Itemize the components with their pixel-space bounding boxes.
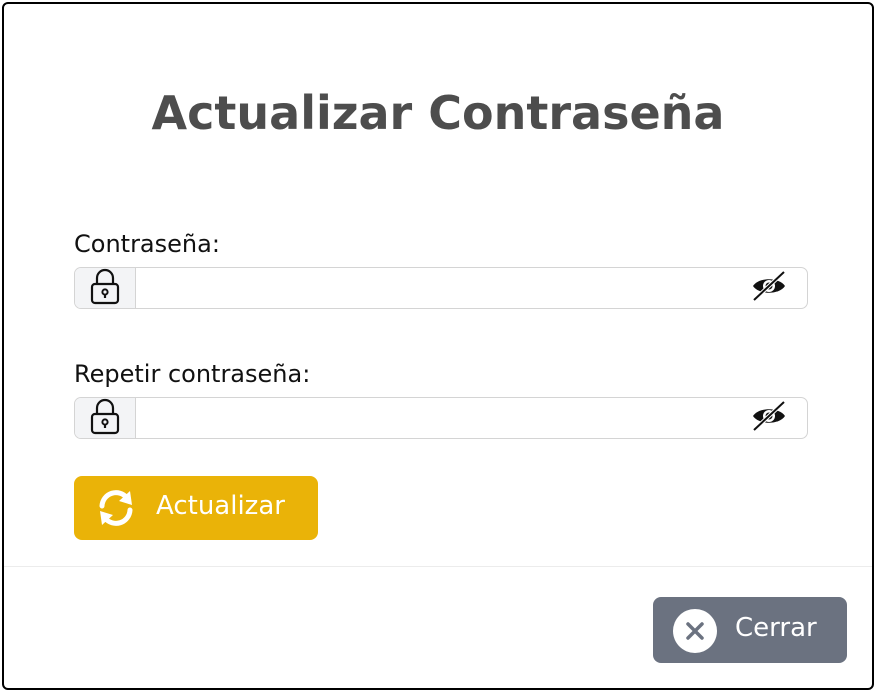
footer-divider	[4, 566, 872, 567]
dialog-title: Actualizar Contraseña	[151, 86, 725, 140]
password-label: Contraseña:	[74, 230, 220, 258]
lock-icon	[89, 397, 121, 439]
refresh-icon	[94, 488, 138, 528]
update-button-label: Actualizar	[156, 491, 285, 521]
eye-slash-icon	[750, 400, 788, 436]
close-button[interactable]: Cerrar	[653, 597, 847, 663]
repeat-password-prefix	[75, 398, 136, 438]
repeat-password-input[interactable]	[136, 398, 736, 438]
repeat-password-label: Repetir contraseña:	[74, 360, 311, 388]
update-button[interactable]: Actualizar	[74, 476, 318, 540]
repeat-password-input-group	[74, 397, 808, 439]
close-icon	[673, 609, 717, 653]
close-button-label: Cerrar	[735, 613, 817, 643]
repeat-password-visibility-toggle[interactable]	[749, 400, 789, 436]
lock-icon	[89, 267, 121, 309]
password-visibility-toggle[interactable]	[749, 270, 789, 306]
eye-slash-icon	[750, 270, 788, 306]
password-input[interactable]	[136, 268, 736, 308]
password-input-group	[74, 267, 808, 309]
update-password-dialog: Actualizar Contraseña Contraseña: Repeti…	[2, 2, 874, 690]
password-prefix	[75, 268, 136, 308]
